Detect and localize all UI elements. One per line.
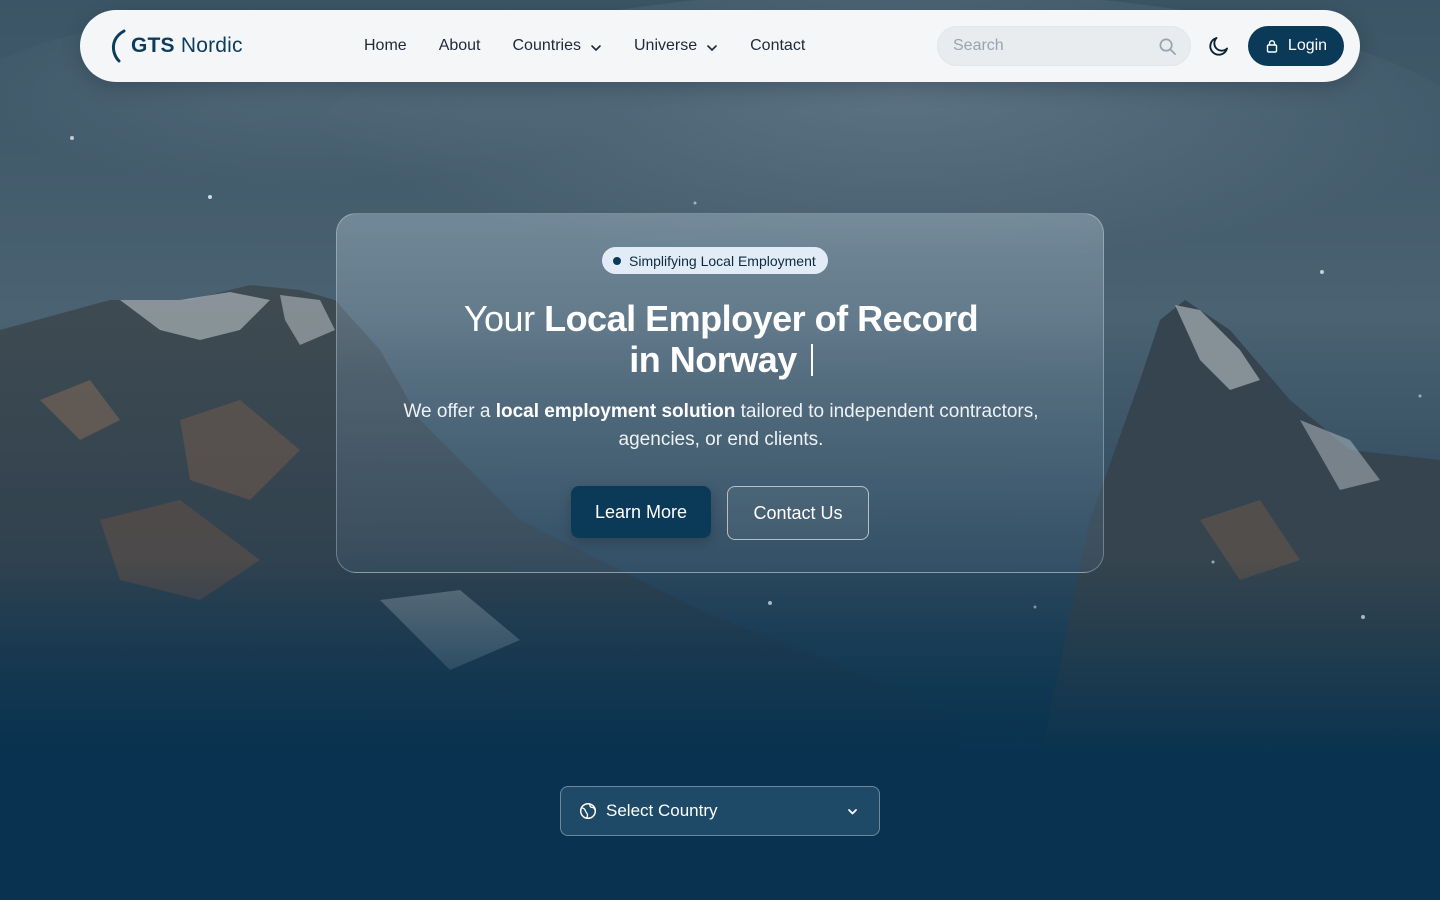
nav-link-universe[interactable]: Universe bbox=[634, 37, 718, 55]
nav-link-about[interactable]: About bbox=[439, 37, 481, 55]
nav-link-home[interactable]: Home bbox=[364, 37, 407, 55]
nav-link-countries[interactable]: Countries bbox=[513, 37, 602, 55]
chevron-down-icon bbox=[707, 44, 717, 51]
learn-more-button[interactable]: Learn More bbox=[571, 486, 711, 538]
globe-icon bbox=[579, 802, 597, 820]
search-icon[interactable] bbox=[1158, 37, 1177, 56]
nav-link-contact[interactable]: Contact bbox=[750, 37, 805, 55]
badge-dot-icon bbox=[613, 256, 621, 265]
search-box bbox=[937, 26, 1191, 66]
lock-icon bbox=[1266, 40, 1278, 53]
select-country-dropdown[interactable]: Select Country bbox=[560, 786, 880, 836]
hero-subtitle: We offer a local employment solution tai… bbox=[403, 401, 1039, 450]
top-navbar: GTS Nordic Home About Countries Universe… bbox=[80, 10, 1360, 82]
typing-caret bbox=[810, 344, 813, 376]
logo-text: GTS Nordic bbox=[131, 34, 243, 57]
hero-headline: Your Local Employer of Record in Norway bbox=[463, 298, 979, 380]
logo-arc-icon bbox=[111, 29, 126, 63]
contact-us-button[interactable]: Contact Us bbox=[727, 486, 869, 540]
hero-badge: Simplifying Local Employment bbox=[602, 247, 828, 274]
moon-icon[interactable] bbox=[1207, 34, 1231, 58]
nav-links: Home About Countries Universe Contact bbox=[364, 10, 837, 82]
hero-card: Simplifying Local Employment Your Local … bbox=[336, 213, 1104, 573]
brand-logo[interactable]: GTS Nordic bbox=[110, 28, 243, 64]
chevron-down-icon bbox=[591, 44, 601, 51]
badge-label: Simplifying Local Employment bbox=[629, 252, 816, 269]
chevron-down-icon bbox=[848, 809, 857, 815]
search-input[interactable] bbox=[953, 27, 1153, 65]
login-button[interactable]: Login bbox=[1248, 26, 1344, 66]
login-label: Login bbox=[1287, 37, 1328, 54]
select-country-label: Select Country bbox=[606, 801, 718, 820]
